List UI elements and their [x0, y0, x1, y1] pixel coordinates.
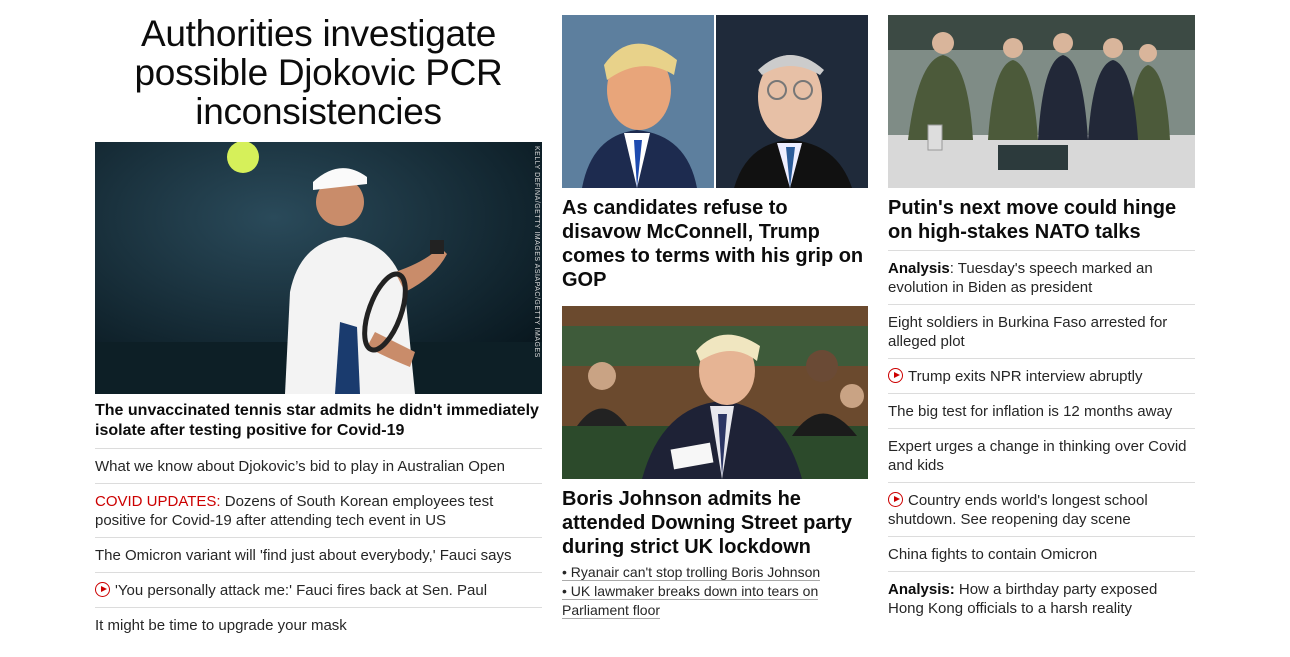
boris-related-links: • Ryanair can't stop trolling Boris John…	[562, 563, 868, 620]
related-link[interactable]: • UK lawmaker breaks down into tears on …	[562, 583, 819, 619]
list-item[interactable]: Country ends world's longest school shut…	[888, 482, 1195, 536]
djokovic-photo-illustration	[95, 142, 542, 394]
trump-mcconnell-illustration	[562, 15, 868, 188]
boris-johnson-photo[interactable]	[562, 306, 868, 479]
list-item[interactable]: What we know about Djokovic’s bid to pla…	[95, 448, 542, 483]
list-item[interactable]: Analysis: How a birthday party exposed H…	[888, 571, 1195, 625]
list-item[interactable]: The Omicron variant will 'find just abou…	[95, 537, 542, 572]
story-link[interactable]: It might be time to upgrade your mask	[95, 617, 347, 634]
list-item[interactable]: 'You personally attack me:' Fauci fires …	[95, 572, 542, 607]
story-link[interactable]: COVID UPDATES: Dozens of South Korean em…	[95, 493, 493, 529]
col3-story-list: Analysis: Tuesday's speech marked an evo…	[888, 250, 1195, 625]
story-text: Trump exits NPR interview abruptly	[908, 368, 1143, 385]
boris-johnson-headline[interactable]: Boris Johnson admits he attended Downing…	[562, 487, 868, 559]
djokovic-lead-link[interactable]: The unvaccinated tennis star admits he d…	[95, 401, 542, 441]
putin-nato-headline[interactable]: Putin's next move could hinge on high-st…	[888, 196, 1195, 244]
story-link[interactable]: Eight soldiers in Burkina Faso arrested …	[888, 314, 1167, 350]
list-item[interactable]: Expert urges a change in thinking over C…	[888, 428, 1195, 482]
story-link[interactable]: Trump exits NPR interview abruptly	[888, 368, 1143, 385]
col1-story-list: What we know about Djokovic’s bid to pla…	[95, 448, 542, 642]
story-link[interactable]: Expert urges a change in thinking over C…	[888, 438, 1187, 474]
related-link-item[interactable]: • Ryanair can't stop trolling Boris John…	[562, 563, 868, 582]
nato-meeting-illustration	[888, 15, 1195, 188]
boris-johnson-illustration	[562, 306, 868, 479]
story-link[interactable]: The Omicron variant will 'find just abou…	[95, 547, 511, 564]
putin-nato-photo[interactable]	[888, 15, 1195, 188]
video-play-icon	[95, 582, 110, 597]
story-link[interactable]: Analysis: Tuesday's speech marked an evo…	[888, 260, 1153, 296]
related-link[interactable]: • Ryanair can't stop trolling Boris John…	[562, 564, 821, 581]
story-link[interactable]: 'You personally attack me:' Fauci fires …	[95, 582, 487, 599]
list-item[interactable]: China fights to contain Omicron	[888, 536, 1195, 571]
trump-gop-headline[interactable]: As candidates refuse to disavow McConnel…	[562, 196, 868, 292]
list-item[interactable]: Analysis: Tuesday's speech marked an evo…	[888, 250, 1195, 304]
related-link-item[interactable]: • UK lawmaker breaks down into tears on …	[562, 582, 868, 620]
video-play-icon	[888, 492, 903, 507]
list-item[interactable]: COVID UPDATES: Dozens of South Korean em…	[95, 483, 542, 537]
story-text: 'You personally attack me:' Fauci fires …	[115, 582, 488, 599]
list-item[interactable]: Eight soldiers in Burkina Faso arrested …	[888, 304, 1195, 358]
list-item[interactable]: It might be time to upgrade your mask	[95, 607, 542, 642]
trump-mcconnell-photo[interactable]	[562, 15, 868, 188]
video-play-icon	[888, 368, 903, 383]
story-link[interactable]: The big test for inflation is 12 months …	[888, 403, 1172, 420]
story-text: Country ends world's longest school shut…	[888, 492, 1148, 528]
kicker-analysis: Analysis	[888, 260, 950, 277]
story-link[interactable]: What we know about Djokovic’s bid to pla…	[95, 458, 505, 475]
image-credit: KELLY DEFINA/GETTY IMAGES ASIAPAC/GETTY …	[533, 146, 540, 358]
story-link[interactable]: China fights to contain Omicron	[888, 546, 1097, 563]
kicker-analysis: Analysis:	[888, 581, 955, 598]
kicker-covid-updates: COVID UPDATES:	[95, 493, 221, 510]
story-link[interactable]: Country ends world's longest school shut…	[888, 492, 1148, 528]
main-headline[interactable]: Authorities investigate possible Djokovi…	[95, 14, 542, 131]
djokovic-photo[interactable]: KELLY DEFINA/GETTY IMAGES ASIAPAC/GETTY …	[95, 142, 542, 394]
story-link[interactable]: Analysis: How a birthday party exposed H…	[888, 581, 1157, 617]
list-item[interactable]: Trump exits NPR interview abruptly	[888, 358, 1195, 393]
list-item[interactable]: The big test for inflation is 12 months …	[888, 393, 1195, 428]
